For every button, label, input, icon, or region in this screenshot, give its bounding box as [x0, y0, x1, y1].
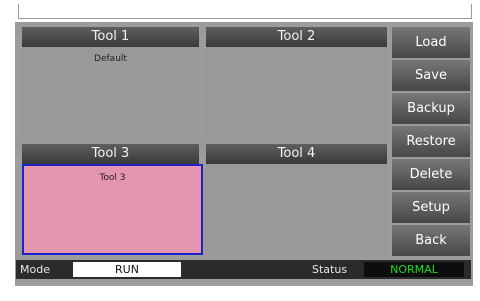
- load-button[interactable]: Load: [392, 27, 470, 58]
- status-bar: Mode RUN Status NORMAL: [16, 260, 471, 279]
- tool-2-header[interactable]: Tool 2: [206, 27, 387, 47]
- tool-2-slot[interactable]: [206, 47, 387, 143]
- tool-3-slot[interactable]: Tool 3: [22, 164, 203, 255]
- restore-button[interactable]: Restore: [392, 126, 470, 157]
- tool-1-header[interactable]: Tool 1: [22, 27, 199, 47]
- mode-label: Mode: [20, 263, 50, 276]
- tool-1-slot[interactable]: Default: [22, 47, 199, 143]
- top-bar: [18, 4, 472, 19]
- tool-panel: Tool 1 Default Tool 2 Tool 3 Tool 3 Tool…: [15, 22, 473, 286]
- delete-button[interactable]: Delete: [392, 159, 470, 190]
- tool-3-header[interactable]: Tool 3: [22, 144, 199, 164]
- save-button[interactable]: Save: [392, 60, 470, 91]
- mode-value: RUN: [73, 262, 181, 277]
- backup-button[interactable]: Backup: [392, 93, 470, 124]
- status-value: NORMAL: [364, 262, 464, 277]
- tool-1-name: Default: [94, 54, 127, 64]
- setup-button[interactable]: Setup: [392, 192, 470, 223]
- tool-3-name: Tool 3: [99, 173, 126, 183]
- status-label: Status: [312, 263, 348, 276]
- tool-4-slot[interactable]: [206, 164, 387, 255]
- back-button[interactable]: Back: [392, 225, 470, 256]
- tool-4-header[interactable]: Tool 4: [206, 144, 387, 164]
